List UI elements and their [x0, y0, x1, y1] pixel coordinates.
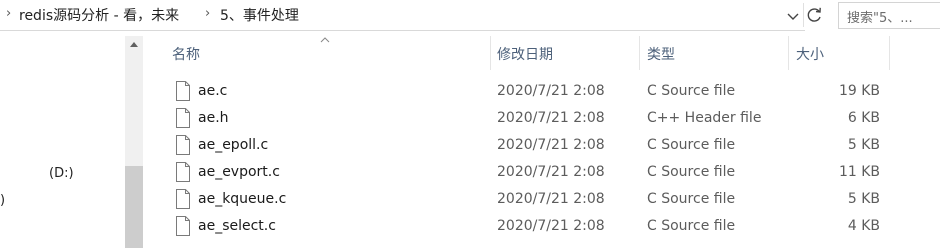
column-header-size[interactable]: 大小 [789, 36, 889, 70]
search-input[interactable]: 搜索"5、... [838, 2, 940, 29]
file-size: 5 KB [847, 137, 880, 153]
file-row[interactable]: ae.c 2020/7/21 2:08 C Source file 19 KB [168, 78, 890, 105]
file-icon [176, 81, 190, 101]
file-name: ae_kqueue.c [198, 191, 287, 207]
file-size: 11 KB [838, 164, 880, 180]
file-row[interactable]: ae_epoll.c 2020/7/21 2:08 C Source file 5 K… [168, 132, 890, 159]
scrollbar-thumb[interactable] [125, 166, 143, 248]
file-type: C Source file [647, 218, 736, 234]
file-size: 6 KB [847, 110, 880, 126]
file-row[interactable]: ae_select.c 2020/7/21 2:08 C Source file 4 … [168, 213, 890, 240]
column-header-type-label: 类型 [647, 47, 675, 63]
file-row[interactable]: ae_evport.c 2020/7/21 2:08 C Source file 11… [168, 159, 890, 186]
nav-item-partial[interactable]: ) [0, 193, 5, 208]
file-icon [176, 216, 190, 236]
refresh-icon [807, 7, 821, 22]
file-date: 2020/7/21 2:08 [497, 191, 605, 207]
file-type: C Source file [647, 83, 736, 99]
file-name: ae_epoll.c [198, 137, 269, 153]
breadcrumb-item[interactable]: 5、事件处理 [220, 5, 299, 25]
file-date: 2020/7/21 2:08 [497, 110, 605, 126]
address-bar[interactable]: › redis源码分析 - 看，未来 › 5、事件处理 [0, 0, 805, 31]
file-icon [176, 135, 190, 155]
navigation-pane: (D:) ) [0, 31, 126, 248]
file-type: C Source file [647, 191, 736, 207]
column-header-name[interactable]: 名称 [160, 36, 490, 70]
file-type: C Source file [647, 137, 736, 153]
scroll-up-arrow-icon[interactable] [129, 40, 139, 50]
chevron-right-icon[interactable]: › [6, 6, 11, 21]
file-name: ae.c [198, 83, 228, 99]
chevron-down-icon[interactable] [785, 6, 801, 26]
drive-label[interactable]: (D:) [49, 166, 74, 181]
file-name: ae_evport.c [198, 164, 280, 180]
file-icon [176, 189, 190, 209]
refresh-button[interactable] [803, 3, 827, 27]
file-type: C Source file [647, 164, 736, 180]
column-header-size-label: 大小 [796, 47, 824, 63]
breadcrumb-item[interactable]: redis源码分析 - 看，未来 [19, 5, 179, 25]
file-date: 2020/7/21 2:08 [497, 218, 605, 234]
file-name: ae_select.c [198, 218, 276, 234]
file-icon [176, 108, 190, 128]
column-divider[interactable] [889, 36, 890, 70]
column-header-type[interactable]: 类型 [640, 36, 788, 70]
file-size: 4 KB [847, 218, 880, 234]
chevron-right-icon[interactable]: › [205, 6, 210, 21]
file-row[interactable]: ae.h 2020/7/21 2:08 C++ Header file 6 KB [168, 105, 890, 132]
file-date: 2020/7/21 2:08 [497, 83, 605, 99]
file-size: 5 KB [847, 191, 880, 207]
column-header-date-label: 修改日期 [497, 47, 553, 63]
file-type: C++ Header file [647, 110, 762, 126]
vertical-scrollbar[interactable] [125, 36, 143, 248]
file-row[interactable]: ae_kqueue.c 2020/7/21 2:08 C Source file 5 … [168, 186, 890, 213]
file-icon [176, 162, 190, 182]
file-date: 2020/7/21 2:08 [497, 137, 605, 153]
file-date: 2020/7/21 2:08 [497, 164, 605, 180]
column-header-name-label: 名称 [172, 47, 200, 63]
file-name: ae.h [198, 110, 229, 126]
file-size: 19 KB [838, 83, 880, 99]
column-header-date[interactable]: 修改日期 [491, 36, 639, 70]
